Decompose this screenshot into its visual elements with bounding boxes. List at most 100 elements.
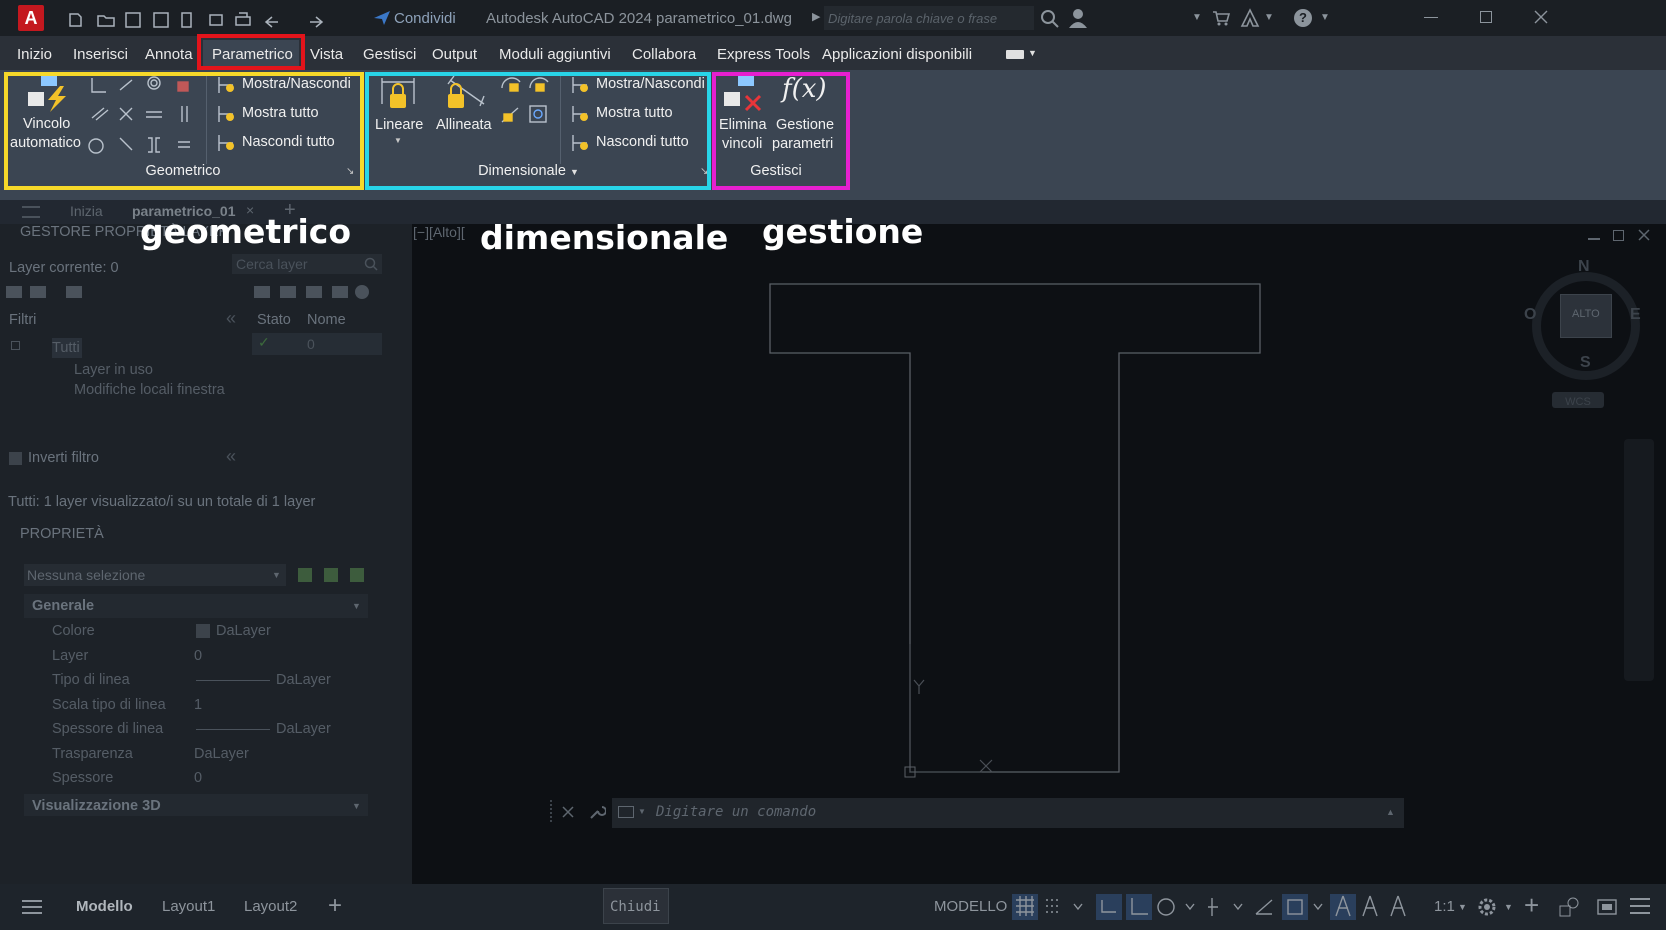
active-tab-highlight [197, 34, 305, 70]
tree-local-changes[interactable]: Modifiche locali finestra [74, 382, 225, 398]
dropdown-icon: ▼ [272, 570, 281, 580]
prop-value-linetype-scale[interactable]: 1 [194, 697, 202, 713]
close-icon[interactable] [1534, 10, 1548, 24]
prop-value-transparency[interactable]: DaLayer [194, 746, 249, 762]
wrench-icon[interactable] [588, 803, 606, 821]
dropdown-icon[interactable]: ▼ [1028, 48, 1037, 58]
dropdown-icon[interactable]: ▼ [1320, 12, 1330, 23]
annotation-geometrico: geometrico [140, 212, 352, 251]
annotation-scale[interactable]: 1:1 [1434, 898, 1455, 915]
model-space-button[interactable]: MODELLO [934, 898, 1007, 915]
viewport-minimize-button[interactable] [1588, 238, 1600, 240]
dropdown-icon[interactable]: ▼ [1192, 12, 1202, 23]
layer-summary: Tutti: 1 layer visualizzato/i su un tota… [8, 494, 316, 510]
layout-tab-layout1[interactable]: Layout1 [162, 898, 215, 915]
minimize-button[interactable] [1424, 17, 1438, 18]
prop-value-thickness[interactable]: 0 [194, 770, 202, 786]
search-expand-icon[interactable]: ▶ [812, 10, 820, 23]
layer-action-icons[interactable] [254, 282, 374, 302]
section-3d-visualization[interactable]: Visualizzazione 3D [32, 798, 161, 814]
tab-gestisci[interactable]: Gestisci [363, 46, 416, 63]
wcs-button[interactable]: WCS [1552, 392, 1604, 408]
tab-inserisci[interactable]: Inserisci [73, 46, 128, 63]
layout-tab-model[interactable]: Modello [76, 898, 133, 915]
title-bar: A Condividi Autodesk AutoCAD 2024 parame… [0, 0, 1666, 36]
fullscreen-icon[interactable] [1596, 896, 1618, 918]
tab-annota[interactable]: Annota [145, 46, 193, 63]
collapse-section-icon[interactable]: ▼ [352, 601, 361, 611]
tab-moduli-aggiuntivi[interactable]: Moduli aggiuntivi [499, 46, 611, 63]
help-icon[interactable]: ? [1294, 9, 1312, 27]
autocad-logo[interactable]: A [18, 5, 44, 31]
search-input[interactable]: Digitare parola chiave o frase [824, 6, 1034, 30]
dropdown-icon[interactable]: ▼ [1264, 12, 1274, 23]
command-line-handle[interactable] [550, 800, 552, 822]
prop-value-color[interactable]: DaLayer [216, 623, 271, 639]
tab-vista[interactable]: Vista [310, 46, 343, 63]
dropdown-icon[interactable]: ▼ [1504, 902, 1513, 912]
collapse-icon[interactable]: « [226, 446, 236, 467]
cart-icon[interactable] [1212, 10, 1230, 26]
tree-layers-in-use[interactable]: Layer in uso [74, 362, 153, 378]
navigation-bar[interactable] [1624, 439, 1654, 681]
search-layer-input[interactable]: Cerca layer [232, 254, 382, 274]
search-icon[interactable] [364, 257, 378, 271]
autodesk-icon[interactable] [1240, 8, 1260, 28]
prop-value-layer[interactable]: 0 [194, 648, 202, 664]
column-name[interactable]: Nome [307, 312, 346, 328]
compass-south[interactable]: S [1580, 354, 1591, 372]
tab-start[interactable]: Inizia [70, 203, 103, 219]
isolate-objects-icon[interactable] [1558, 896, 1580, 918]
color-swatch [196, 624, 210, 638]
tab-express-tools[interactable]: Express Tools [717, 46, 810, 63]
share-icon[interactable] [372, 9, 392, 27]
command-history-icon[interactable] [618, 806, 634, 818]
command-close-icon[interactable] [562, 806, 574, 818]
share-button[interactable]: Condividi [394, 10, 456, 27]
command-input[interactable]: ▼ Digitare un comando ▲ [612, 798, 1404, 828]
collapse-icon[interactable]: « [226, 308, 236, 329]
select-object-icons[interactable] [296, 564, 376, 586]
prop-label-lineweight: Spessore di linea [52, 721, 164, 737]
section-general[interactable]: Generale [32, 598, 94, 614]
prop-value-lineweight[interactable]: DaLayer [276, 721, 331, 737]
compass-north[interactable]: N [1578, 258, 1590, 276]
tree-collapse-icon[interactable] [11, 341, 20, 350]
layer-row[interactable]: ✓ 0 [252, 333, 382, 355]
add-layout-icon[interactable]: + [328, 892, 342, 920]
customize-menu-icon-mid [1630, 905, 1650, 907]
ribbon-display-toggle-icon[interactable] [1006, 50, 1024, 59]
tab-inizio[interactable]: Inizio [17, 46, 52, 63]
quick-access-toolbar-icons[interactable] [64, 9, 364, 29]
collapse-section-icon[interactable]: ▼ [352, 801, 361, 811]
search-icon[interactable] [1040, 9, 1060, 29]
layer-toolbar-icons[interactable] [6, 282, 86, 302]
user-icon[interactable] [1068, 8, 1088, 28]
layout-tab-layout2[interactable]: Layout2 [244, 898, 297, 915]
t-shape-drawing[interactable] [412, 224, 1666, 884]
viewport-close-icon[interactable] [1638, 229, 1650, 241]
tab-applicazioni-disponibili[interactable]: Applicazioni disponibili [822, 46, 972, 63]
prop-label-layer: Layer [52, 648, 89, 664]
compass-west[interactable]: O [1524, 306, 1536, 324]
tree-all[interactable]: Tutti [52, 340, 80, 356]
invert-filter-label[interactable]: Inverti filtro [28, 450, 99, 466]
dropdown-icon[interactable]: ▼ [638, 807, 646, 816]
add-icon[interactable]: + [1524, 890, 1539, 921]
tab-output[interactable]: Output [432, 46, 477, 63]
drawing-canvas[interactable]: [−][Alto][ ALTO N S E O WCS ▼ Digitare u… [412, 224, 1666, 884]
compass-east[interactable]: E [1630, 306, 1641, 324]
menu-icon[interactable] [22, 206, 40, 218]
invert-filter-checkbox[interactable] [9, 452, 22, 465]
expand-up-icon[interactable]: ▲ [1386, 807, 1395, 817]
gear-icon[interactable] [1476, 896, 1498, 918]
selection-dropdown[interactable]: Nessuna selezione ▼ [24, 564, 286, 586]
viewport-restore-button[interactable] [1613, 230, 1624, 241]
maximize-button[interactable] [1480, 11, 1492, 23]
column-state[interactable]: Stato [257, 312, 291, 328]
tab-collabora[interactable]: Collabora [632, 46, 696, 63]
prop-value-linetype[interactable]: DaLayer [276, 672, 331, 688]
viewcube-center-label[interactable]: ALTO [1572, 308, 1600, 320]
dropdown-icon[interactable]: ▼ [1458, 902, 1467, 912]
prop-label-thickness: Spessore [52, 770, 114, 786]
